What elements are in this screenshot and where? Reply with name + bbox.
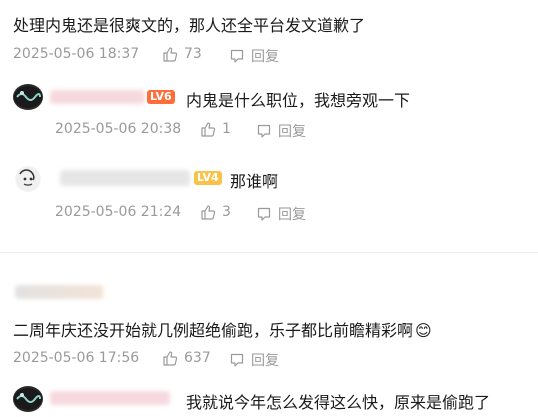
level-badge: LV6 [147, 90, 175, 104]
like-button[interactable]: 637 [162, 350, 211, 366]
comment-text: 二周年庆还没开始就几例超绝偷跑，乐子都比前瞻精彩啊 😊 [13, 317, 432, 341]
like-count: 73 [184, 46, 202, 62]
comment-icon [257, 124, 271, 138]
username-blurred[interactable] [60, 170, 190, 186]
reply-button[interactable]: 回复 [256, 204, 306, 224]
thumbs-up-icon [201, 205, 216, 220]
reply-timestamp: 2025-05-06 20:38 [55, 121, 182, 137]
avatar-image [14, 86, 42, 108]
avatar[interactable] [15, 166, 41, 192]
reply-timestamp: 2025-05-06 21:24 [55, 204, 182, 220]
reply-button[interactable]: 回复 [229, 350, 279, 370]
comment-timestamp: 2025-05-06 18:37 [13, 46, 140, 62]
divider [0, 252, 538, 253]
like-button[interactable]: 73 [162, 46, 202, 62]
thumbs-up-icon [201, 122, 216, 137]
reply-label: 回复 [278, 124, 306, 140]
reply-label: 回复 [278, 207, 306, 223]
reply-text: 内鬼是什么职位，我想旁观一下 [186, 91, 411, 110]
avatar[interactable] [13, 84, 43, 110]
comment-text: 处理内鬼还是很爽文的，那人还全平台发文道歉了 [13, 16, 366, 35]
avatar[interactable] [13, 386, 43, 412]
comment-icon [257, 207, 271, 221]
avatar-image [14, 388, 42, 410]
reply-text: 那谁啊 [230, 172, 279, 191]
thumbs-up-icon [163, 351, 178, 366]
like-button[interactable]: 1 [200, 121, 231, 137]
username-blurred[interactable] [50, 391, 170, 405]
like-count: 637 [184, 350, 211, 366]
thumbs-up-icon [163, 47, 178, 62]
comment-icon [230, 49, 244, 63]
reply-text: 我就说今年怎么发得这么快，原来是偷跑了 [186, 393, 491, 412]
username-blurred[interactable] [50, 90, 145, 104]
like-button[interactable]: 3 [200, 204, 231, 220]
level-badge: LV4 [194, 171, 222, 185]
reply-button[interactable]: 回复 [229, 46, 279, 66]
like-count: 1 [222, 121, 231, 137]
reply-label: 回复 [251, 49, 279, 65]
username-blurred[interactable] [15, 285, 103, 299]
avatar-image [16, 167, 40, 191]
like-count: 3 [222, 204, 231, 220]
reply-label: 回复 [251, 353, 279, 369]
comment-text-body: 二周年庆还没开始就几例超绝偷跑，乐子都比前瞻精彩啊 [13, 321, 414, 340]
comment-timestamp: 2025-05-06 17:56 [13, 350, 140, 366]
smile-emoji-icon: 😊 [415, 321, 432, 340]
comment-icon [230, 353, 244, 367]
reply-button[interactable]: 回复 [256, 121, 306, 141]
